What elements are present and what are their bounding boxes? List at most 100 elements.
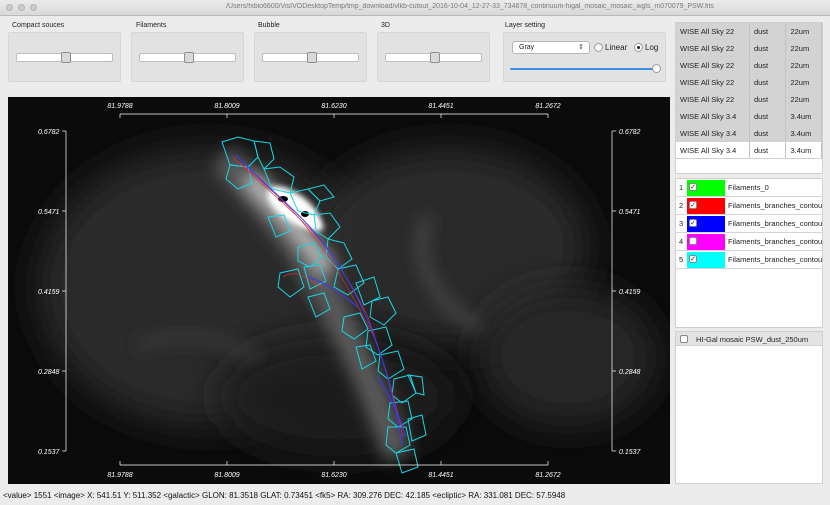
- layer-name: Filaments_0: [728, 183, 769, 192]
- y-tick-right-4: 0.2848: [619, 369, 641, 376]
- threed-slider[interactable]: [385, 52, 482, 63]
- colormap-select[interactable]: Gray ⇕: [512, 41, 590, 54]
- threed-label: 3D: [381, 22, 390, 29]
- y-tick-left-2: 0.5471: [38, 209, 60, 216]
- survey-band: 22um: [786, 74, 822, 90]
- linear-radio[interactable]: [594, 43, 603, 52]
- bubble-slider[interactable]: [262, 52, 359, 63]
- survey-band: 22um: [786, 57, 822, 73]
- survey-type: dust: [750, 108, 787, 124]
- y-tick-left-1: 0.6782: [38, 129, 60, 136]
- layer-number: 1: [679, 183, 684, 192]
- survey-band: 22um: [786, 91, 822, 107]
- y-tick-left-3: 0.4159: [38, 289, 60, 296]
- layer-number: 3: [679, 219, 684, 228]
- survey-name: WISE All Sky 3.4: [676, 142, 750, 158]
- x-tick-top-4: 81.4451: [428, 103, 453, 110]
- survey-band: 3.4um: [786, 142, 822, 158]
- survey-band: 22um: [786, 23, 822, 39]
- updown-chevron-icon: ⇕: [578, 44, 584, 51]
- x-tick-bottom-3: 81.6230: [321, 472, 346, 479]
- fits-image-canvas[interactable]: 81.9788 81.8009 81.6230 81.4451 81.2672 …: [8, 97, 670, 484]
- close-window-button[interactable]: [6, 4, 13, 11]
- table-row[interactable]: WISE All Sky 22 dust 22um: [676, 74, 822, 91]
- survey-band: 22um: [786, 40, 822, 56]
- layer-name: Filaments_branches_contou: [728, 219, 823, 228]
- colormap-value: Gray: [519, 44, 535, 51]
- survey-name: WISE All Sky 3.4: [676, 125, 750, 141]
- table-row[interactable]: WISE All Sky 22 dust 22um: [676, 57, 822, 74]
- layer-name: Filaments_branches_contou: [728, 237, 823, 246]
- survey-name: WISE All Sky 22: [676, 40, 750, 56]
- image-viewer[interactable]: 81.9788 81.8009 81.6230 81.4451 81.2672 …: [8, 97, 670, 484]
- x-tick-bottom-2: 81.8009: [214, 472, 239, 479]
- threed-slider-thumb[interactable]: [430, 52, 440, 63]
- nebula-emission: [38, 147, 658, 462]
- layer-name: Filaments_branches_contou: [728, 201, 823, 210]
- y-tick-left-4: 0.2848: [38, 369, 60, 376]
- survey-type: dust: [750, 91, 787, 107]
- image-list: HI-Gal mosaic PSW_dust_250um: [675, 331, 823, 484]
- layer-number: 5: [679, 255, 684, 264]
- table-row[interactable]: WISE All Sky 3.4 dust 3.4um: [676, 142, 822, 159]
- survey-name: WISE All Sky 3.4: [676, 108, 750, 124]
- layer-checkbox[interactable]: ✓: [689, 219, 697, 227]
- zoom-window-button[interactable]: [30, 4, 37, 11]
- compact-sources-slider-thumb[interactable]: [61, 52, 71, 63]
- window-titlebar: /Users/fxbio6600/VisIVODesktopTemp/tmp_d…: [0, 0, 830, 16]
- table-row[interactable]: WISE All Sky 3.4 dust 3.4um: [676, 125, 822, 142]
- compact-sources-slider[interactable]: [16, 52, 113, 63]
- window-title: /Users/fxbio6600/VisIVODesktopTemp/tmp_d…: [226, 3, 714, 10]
- layer-row[interactable]: 2 ✓ Filaments_branches_contou: [676, 197, 822, 215]
- survey-name: WISE All Sky 22: [676, 23, 750, 39]
- y-tick-right-2: 0.5471: [619, 209, 641, 216]
- survey-type: dust: [750, 40, 787, 56]
- x-tick-top-5: 81.2672: [535, 103, 560, 110]
- survey-type: dust: [750, 142, 787, 158]
- minimize-window-button[interactable]: [18, 4, 25, 11]
- layer-checkbox[interactable]: ✓: [689, 183, 697, 191]
- table-row[interactable]: WISE All Sky 3.4 dust 3.4um: [676, 108, 822, 125]
- layer-row[interactable]: 5 ✓ Filaments_branches_contou: [676, 251, 822, 269]
- x-tick-bottom-4: 81.4451: [428, 472, 453, 479]
- x-tick-top-3: 81.6230: [321, 103, 346, 110]
- layer-checkbox[interactable]: [689, 237, 697, 245]
- survey-band: 3.4um: [786, 125, 822, 141]
- survey-type: dust: [750, 57, 787, 73]
- table-row[interactable]: WISE All Sky 22 dust 22um: [676, 40, 822, 57]
- table-row[interactable]: WISE All Sky 22 dust 22um: [676, 23, 822, 40]
- x-tick-top-2: 81.8009: [214, 103, 239, 110]
- x-tick-top-1: 81.9788: [107, 103, 132, 110]
- layer-checkbox[interactable]: ✓: [689, 201, 697, 209]
- layer-number: 2: [679, 201, 684, 210]
- opacity-slider-thumb[interactable]: [652, 64, 661, 73]
- survey-name: WISE All Sky 22: [676, 91, 750, 107]
- filaments-slider[interactable]: [139, 52, 236, 63]
- layer-name: Filaments_branches_contou: [728, 255, 823, 264]
- x-tick-bottom-1: 81.9788: [107, 472, 132, 479]
- log-radio[interactable]: [634, 43, 643, 52]
- bubble-slider-thumb[interactable]: [307, 52, 317, 63]
- image-checkbox[interactable]: [680, 335, 688, 343]
- survey-table: WISE All Sky 22 dust 22um WISE All Sky 2…: [675, 22, 823, 174]
- compact-sources-panel: [8, 32, 121, 82]
- layer-row[interactable]: 3 ✓ Filaments_branches_contou: [676, 215, 822, 233]
- layer-number: 4: [679, 237, 684, 246]
- survey-name: WISE All Sky 22: [676, 57, 750, 73]
- y-tick-right-3: 0.4159: [619, 289, 641, 296]
- filaments-slider-thumb[interactable]: [184, 52, 194, 63]
- survey-type: dust: [750, 23, 787, 39]
- opacity-slider[interactable]: [510, 64, 661, 73]
- y-tick-left-5: 0.1537: [38, 449, 61, 456]
- table-row[interactable]: WISE All Sky 22 dust 22um: [676, 91, 822, 108]
- y-tick-right-5: 0.1537: [619, 449, 642, 456]
- y-tick-right-1: 0.6782: [619, 129, 641, 136]
- layer-setting-panel: Gray ⇕ Linear Log: [503, 32, 666, 82]
- layer-row[interactable]: 1 ✓ Filaments_0: [676, 179, 822, 197]
- layer-checkbox[interactable]: ✓: [689, 255, 697, 263]
- coordinate-status-bar: <value> 1551 <image> X: 541.51 Y: 511.35…: [3, 491, 566, 500]
- threed-panel: [377, 32, 490, 82]
- layer-row[interactable]: 4 Filaments_branches_contou: [676, 233, 822, 251]
- list-item[interactable]: HI-Gal mosaic PSW_dust_250um: [676, 332, 822, 346]
- layer-table: 1 ✓ Filaments_0 2 ✓ Filaments_branches_c…: [675, 178, 823, 328]
